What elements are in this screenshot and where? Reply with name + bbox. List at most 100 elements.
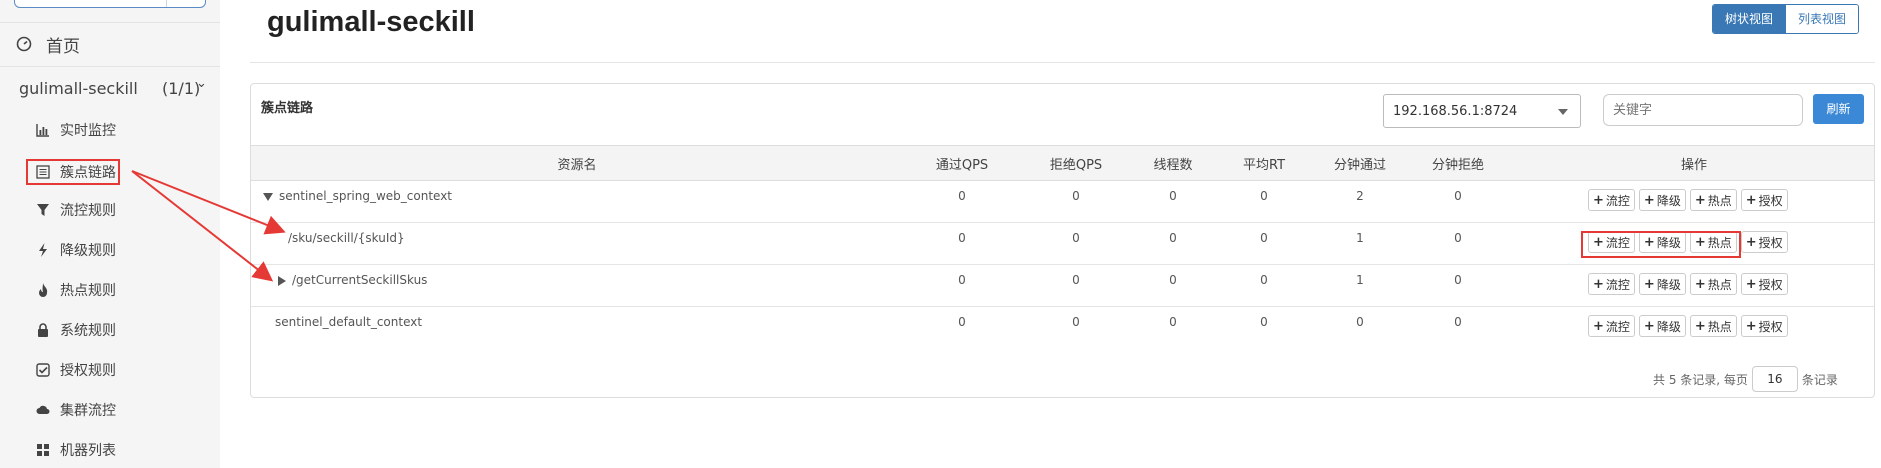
resource-name-text: /sku/seckill/{skuId}: [288, 231, 405, 245]
table-cell: 0: [1454, 231, 1462, 245]
sidebar-item-degrade-rules[interactable]: 降级规则: [36, 239, 116, 261]
action-flow-button[interactable]: + 流控: [1588, 273, 1635, 295]
sidebar-search-box[interactable]: [14, 0, 206, 8]
col-header-threads: 线程数: [1153, 158, 1193, 173]
plus-icon: +: [1694, 318, 1706, 334]
pagination: 共 5 条记录, 每页 16 条记录: [1653, 366, 1838, 392]
action-label: 降级: [1656, 319, 1681, 334]
action-auth-button[interactable]: + 授权: [1740, 315, 1788, 337]
sidebar-divider: [0, 22, 220, 23]
table-cell: 0: [1072, 315, 1080, 329]
sidebar-item-label: 降级规则: [60, 243, 116, 259]
sidebar-app-gulimall-seckill[interactable]: gulimall-seckill (1/1) ⌄: [19, 76, 209, 98]
sidebar-item-label: 实时监控: [60, 123, 116, 139]
page-title: gulimall-seckill: [267, 6, 475, 38]
table-cell: 0: [1454, 315, 1462, 329]
refresh-button[interactable]: 刷新: [1813, 94, 1864, 124]
action-auth-button[interactable]: + 授权: [1740, 231, 1788, 253]
sidebar-item-system-rules[interactable]: 系统规则: [36, 319, 116, 341]
resource-name-text: sentinel_spring_web_context: [279, 189, 453, 203]
table-cell: 0: [1169, 189, 1177, 203]
filter-icon: [36, 203, 50, 217]
col-header-resource: 资源名: [557, 158, 597, 173]
bar-chart-icon: [36, 123, 50, 137]
plus-icon: +: [1643, 318, 1655, 334]
action-hot-button[interactable]: + 热点: [1689, 273, 1737, 295]
table-cell: 0: [1260, 189, 1268, 203]
grid-icon: [36, 443, 50, 457]
sidebar-item-hotspot-rules[interactable]: 热点规则: [36, 279, 116, 301]
list-view-button[interactable]: 列表视图: [1785, 5, 1859, 33]
flash-icon: [36, 243, 50, 257]
sidebar-item-home[interactable]: 首页: [16, 32, 80, 57]
sidebar-divider: [0, 66, 220, 67]
col-header-minute-block: 分钟拒绝: [1431, 158, 1485, 173]
table-cell: 2: [1356, 189, 1364, 203]
action-hot-button[interactable]: + 热点: [1689, 315, 1737, 337]
sidebar-item-label: 热点规则: [60, 283, 116, 299]
action-label: 热点: [1707, 277, 1732, 292]
action-auth-button[interactable]: + 授权: [1740, 189, 1788, 211]
check-square-icon: [36, 363, 50, 377]
col-header-actions: 操作: [1680, 158, 1708, 173]
sidebar-item-realtime-monitor[interactable]: 实时监控: [36, 119, 116, 141]
table-cell: 1: [1356, 231, 1364, 245]
action-flow-button[interactable]: + 流控: [1588, 315, 1635, 337]
table-cell: 0: [958, 189, 966, 203]
action-label: 流控: [1605, 319, 1630, 334]
action-label: 热点: [1707, 193, 1732, 208]
sidebar-item-machine-list[interactable]: 机器列表: [36, 439, 116, 461]
table-cell: 0: [1454, 273, 1462, 287]
highlight-box-sidebar: [26, 159, 120, 185]
plus-icon: +: [1745, 318, 1757, 334]
plus-icon: +: [1745, 234, 1757, 250]
table-cell: 0: [1260, 315, 1268, 329]
table-cell: 0: [1169, 273, 1177, 287]
table-cell: 0: [1356, 315, 1364, 329]
plus-icon: +: [1593, 192, 1604, 208]
plus-icon: +: [1593, 276, 1604, 292]
plus-icon: +: [1694, 192, 1706, 208]
sidebar-item-label: 流控规则: [60, 203, 116, 219]
resource-name: sentinel_spring_web_context: [263, 189, 452, 203]
action-auth-button[interactable]: + 授权: [1740, 273, 1788, 295]
action-flow-button[interactable]: + 流控: [1588, 189, 1635, 211]
page-size-input[interactable]: 16: [1751, 366, 1798, 392]
action-hot-button[interactable]: + 热点: [1689, 189, 1737, 211]
table-cell: 0: [1072, 189, 1080, 203]
sidebar-item-label: 集群流控: [60, 403, 116, 419]
chevron-down-icon: ⌄: [196, 76, 207, 91]
action-label: 流控: [1605, 193, 1630, 208]
plus-icon: +: [1745, 192, 1757, 208]
caret-down-icon: [1558, 109, 1568, 115]
table-cell: 0: [958, 315, 966, 329]
caret-down-icon[interactable]: [263, 192, 273, 201]
machine-select[interactable]: 192.168.56.1:8724: [1383, 94, 1581, 128]
keyword-input[interactable]: [1603, 94, 1803, 126]
tree-view-button[interactable]: 树状视图: [1713, 5, 1786, 33]
resource-name: /sku/seckill/{skuId}: [288, 231, 405, 245]
sidebar-item-auth-rules[interactable]: 授权规则: [36, 359, 116, 381]
app-instance-count: (1/1): [162, 79, 201, 98]
caret-right-icon[interactable]: [278, 275, 286, 286]
pagination-prefix: 共 5 条记录, 每页: [1653, 372, 1748, 387]
highlight-box-actions: [1581, 231, 1741, 258]
resource-name: sentinel_default_context: [275, 315, 422, 329]
pagination-suffix: 条记录: [1801, 372, 1838, 387]
sidebar-item-cluster-flow[interactable]: 集群流控: [36, 399, 116, 421]
plus-icon: +: [1643, 192, 1655, 208]
action-degrade-button[interactable]: + 降级: [1638, 189, 1686, 211]
table-cell: 0: [1169, 315, 1177, 329]
plus-icon: +: [1593, 318, 1604, 334]
action-degrade-button[interactable]: + 降级: [1638, 315, 1686, 337]
table-cell: 0: [1260, 231, 1268, 245]
plus-icon: +: [1694, 276, 1706, 292]
action-label: 热点: [1707, 319, 1732, 334]
sidebar-item-label: 授权规则: [60, 363, 116, 379]
table-cell: 0: [958, 231, 966, 245]
action-degrade-button[interactable]: + 降级: [1638, 273, 1686, 295]
fire-icon: [36, 283, 50, 297]
sidebar-item-flow-rules[interactable]: 流控规则: [36, 199, 116, 221]
col-header-avg-rt: 平均RT: [1242, 158, 1286, 173]
row-actions: + 流控 + 降级 + 热点 + 授权: [1588, 189, 1788, 211]
